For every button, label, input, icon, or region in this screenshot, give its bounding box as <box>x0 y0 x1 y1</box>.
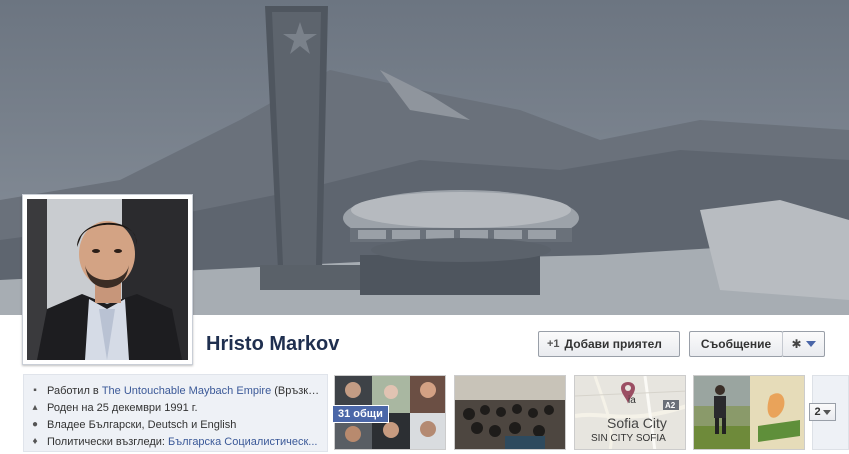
map-pin-label: ia <box>628 395 636 406</box>
more-sections-button[interactable]: 2 <box>809 403 836 421</box>
likes-image <box>694 376 804 449</box>
photos-thumbnail[interactable] <box>454 375 566 450</box>
chevron-down-icon <box>805 341 816 347</box>
add-friend-button[interactable]: +1 Добави приятел <box>538 331 680 357</box>
settings-dropdown-button[interactable]: ✱ <box>782 331 825 357</box>
politics-prefix: Политически възгледи: <box>47 435 169 448</box>
add-friend-icon: +1 <box>547 338 560 350</box>
message-label: Съобщение <box>700 337 772 351</box>
employer-link[interactable]: The Untouchable Maybach Empire <box>102 385 271 397</box>
avatar <box>27 199 188 360</box>
likes-thumbnail[interactable] <box>693 375 805 450</box>
map-caption: SIN CITY SOFIA <box>591 433 666 444</box>
map-thumbnail[interactable]: ia A2 Sofia City SIN CITY SOFIA <box>574 375 686 450</box>
chevron-down-icon <box>822 409 831 415</box>
languages-text: Владее Български, Deutsch и English <box>47 418 237 431</box>
add-friend-label: Добави приятел <box>564 337 662 351</box>
more-count: 2 <box>814 406 821 418</box>
message-button[interactable]: Съобщение <box>689 331 783 357</box>
work-prefix: Работил в <box>47 384 102 397</box>
profile-name[interactable]: Hristo Markov <box>206 333 339 356</box>
politics-info: ♦ Политически възгледи: Българска Социал… <box>30 433 321 450</box>
map-city-label: Sofia City <box>607 415 667 431</box>
photos-image <box>455 376 565 449</box>
mutual-friends-badge[interactable]: 31 общи <box>332 405 389 423</box>
languages-info: ● Владее Български, Deutsch и English <box>30 416 321 433</box>
politics-link[interactable]: Българска Социалистическ... <box>168 436 317 448</box>
globe-icon: ● <box>31 418 39 430</box>
work-info: ▪ Работил в The Untouchable Maybach Empi… <box>30 382 321 399</box>
profile-info-box: ▪ Работил в The Untouchable Maybach Empi… <box>23 374 328 452</box>
podium-icon: ♦ <box>32 435 38 447</box>
work-suffix: (Връзки ... <box>271 384 321 397</box>
birthday-icon: ▴ <box>32 401 38 413</box>
gear-icon: ✱ <box>791 337 802 351</box>
birthday-info: ▴ Роден на 25 декември 1991 г. <box>30 399 321 416</box>
birthday-text: Роден на 25 декември 1991 г. <box>47 401 198 414</box>
profile-picture[interactable] <box>22 194 193 365</box>
map-road-label: A2 <box>665 401 676 410</box>
briefcase-icon: ▪ <box>33 384 37 396</box>
